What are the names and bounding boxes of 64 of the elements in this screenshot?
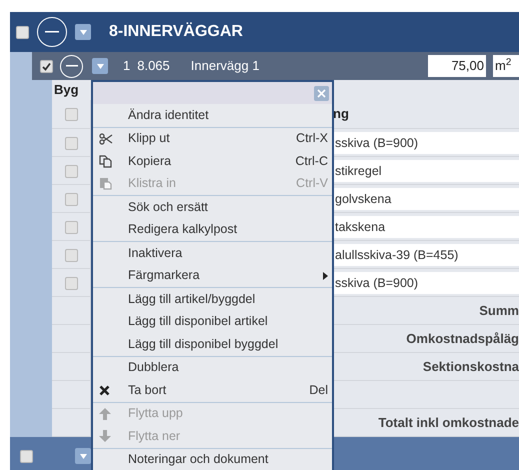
arrow-up-icon	[99, 408, 111, 420]
menu-item[interactable]: Noteringar och dokument	[93, 448, 332, 470]
caret-icon	[80, 454, 86, 458]
text-field[interactable]: takskena	[333, 216, 519, 238]
caret-icon	[80, 30, 86, 34]
submenu-arrow-icon	[323, 272, 328, 280]
summary-label: Summ	[479, 302, 519, 320]
text-field[interactable]: golvskena	[333, 188, 519, 210]
checkbox[interactable]	[64, 276, 78, 290]
menu-item[interactable]: Lägg till disponibel artikel	[93, 310, 332, 333]
text-field[interactable]: sskiva (B=900)	[333, 272, 519, 294]
item-number: 1	[123, 57, 130, 76]
shortcut-text: Del	[309, 382, 328, 399]
shortcut-text: Ctrl-C	[295, 152, 328, 170]
checkbox[interactable]	[64, 192, 78, 206]
menu-item[interactable]: Inaktivera	[93, 242, 332, 264]
checkbox[interactable]	[64, 136, 78, 150]
menu-item[interactable]: Dubblera	[93, 356, 332, 379]
shortcut-text: Ctrl-V	[296, 175, 328, 192]
paste-icon	[99, 177, 112, 190]
menu-item[interactable]: Kopiera Ctrl-C	[93, 150, 332, 172]
text-field[interactable]: stikregel	[333, 160, 519, 182]
shortcut-text: Ctrl-X	[296, 130, 328, 148]
checkbox[interactable]	[40, 60, 53, 72]
close-icon	[317, 88, 326, 98]
column-header: Byg	[53, 81, 79, 99]
checkbox[interactable]	[16, 26, 29, 38]
caret-icon	[96, 64, 104, 68]
close-button[interactable]	[314, 86, 329, 100]
menu-item[interactable]: Redigera kalkylpost	[93, 218, 332, 241]
checkbox[interactable]	[20, 450, 33, 462]
menu-item[interactable]: Lägg till artikel/byggdel	[93, 288, 332, 310]
delete-icon	[99, 384, 110, 396]
minus-icon	[45, 31, 59, 33]
menu-item[interactable]: Ta bort Del	[93, 379, 332, 402]
menu-item[interactable]: Sök och ersätt	[93, 196, 332, 218]
summary-label: Totalt inkl omkostnade	[378, 414, 519, 432]
minus-icon	[66, 65, 78, 67]
checkbox[interactable]	[64, 248, 78, 262]
text-field[interactable]: alullsskiva-39 (B=455)	[333, 244, 519, 266]
item-code: 8.065	[137, 57, 170, 76]
checkbox[interactable]	[64, 220, 78, 234]
copy-icon	[99, 154, 112, 168]
collapse-button[interactable]	[60, 54, 83, 78]
arrow-down-icon	[99, 430, 111, 442]
menu-item[interactable]: Lägg till disponibel byggdel	[93, 333, 332, 356]
menu-item[interactable]: Ändra identitet	[93, 104, 332, 126]
dropdown-button[interactable]	[75, 24, 91, 40]
dropdown-button[interactable]	[92, 58, 108, 74]
section-title: 8-INNERVÄGGAR	[109, 21, 243, 42]
quantity-field[interactable]: 75,00	[428, 55, 486, 77]
summary-label: Omkostnadspåläg	[406, 330, 519, 348]
menu-item[interactable]: Klipp ut Ctrl-X	[93, 128, 332, 150]
scissors-icon	[99, 132, 113, 145]
column-header: ng	[333, 105, 350, 124]
collapse-button[interactable]	[37, 17, 67, 47]
unit-field[interactable]: m$^{2}$	[493, 55, 519, 77]
menu-item[interactable]: Färgmarkera	[93, 264, 332, 287]
text-field[interactable]: sskiva (B=900)	[333, 132, 519, 154]
summary-label: Sektionskostna	[422, 358, 519, 376]
checkbox[interactable]	[64, 108, 78, 120]
item-name: Innervägg 1	[190, 57, 260, 76]
checkbox[interactable]	[64, 164, 78, 178]
dropdown-button[interactable]	[75, 448, 91, 464]
